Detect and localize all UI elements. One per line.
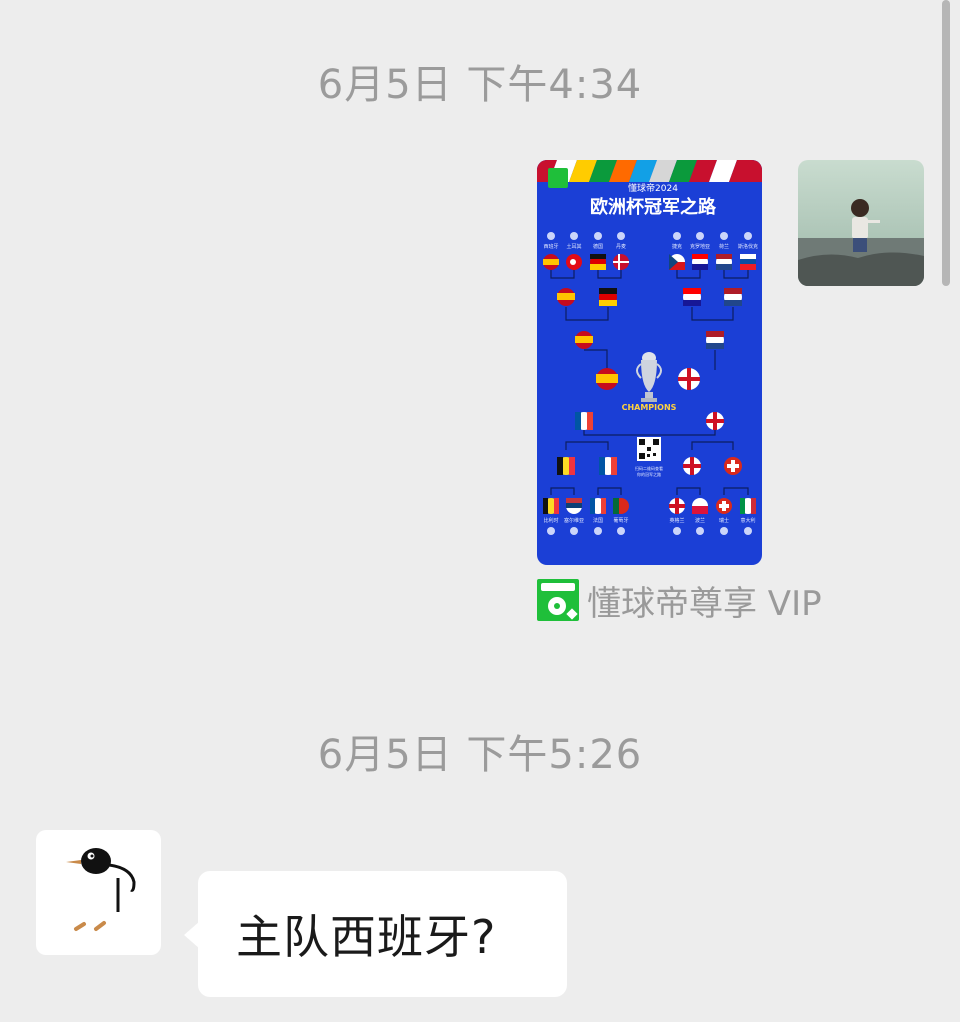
svg-text:你的冠军之路: 你的冠军之路 bbox=[637, 471, 661, 477]
timestamp-1: 6月5日 下午4:34 bbox=[317, 62, 643, 108]
svg-text:波兰: 波兰 bbox=[695, 517, 705, 524]
svg-text:瑞士: 瑞士 bbox=[719, 517, 729, 524]
shared-image-message[interactable]: 懂球帝2024 欧洲杯冠军之路 西班牙 土耳其 德国 丹麦 捷克 克罗地亚 荷兰… bbox=[537, 160, 762, 565]
avatar-photo-icon[interactable] bbox=[798, 160, 924, 286]
timestamp-2: 6月5日 下午5:26 bbox=[317, 732, 643, 778]
svg-text:葡萄牙: 葡萄牙 bbox=[613, 517, 628, 524]
dongqiudi-logo-icon bbox=[537, 579, 579, 621]
card-title: 欧洲杯冠军之路 bbox=[590, 196, 717, 218]
svg-text:比利时: 比利时 bbox=[543, 517, 558, 524]
mini-program-source[interactable]: 懂球帝尊享 VIP bbox=[537, 579, 822, 624]
svg-text:捷克: 捷克 bbox=[672, 243, 682, 250]
svg-text:斯洛伐克: 斯洛伐克 bbox=[738, 243, 758, 250]
svg-text:丹麦: 丹麦 bbox=[616, 243, 626, 250]
champions-label: CHAMPIONS bbox=[622, 403, 677, 412]
card-brand-line: 懂球帝2024 bbox=[628, 182, 678, 194]
svg-text:荷兰: 荷兰 bbox=[719, 243, 729, 250]
trophy-icon bbox=[636, 352, 662, 402]
svg-text:塞尔维亚: 塞尔维亚 bbox=[564, 517, 584, 524]
incoming-message-bubble[interactable]: 主队西班牙? bbox=[184, 871, 567, 997]
source-label: 懂球帝尊享 VIP bbox=[587, 583, 822, 624]
svg-text:克罗地亚: 克罗地亚 bbox=[690, 243, 710, 250]
flag-stripes bbox=[537, 160, 762, 182]
svg-text:英格兰: 英格兰 bbox=[669, 517, 684, 524]
svg-text:扫码二维码查看: 扫码二维码查看 bbox=[635, 465, 663, 471]
qr-code-icon bbox=[637, 437, 661, 461]
svg-text:意大利: 意大利 bbox=[740, 517, 755, 524]
euro-bracket-card[interactable]: 懂球帝2024 欧洲杯冠军之路 西班牙 土耳其 德国 丹麦 捷克 克罗地亚 荷兰… bbox=[537, 160, 762, 565]
svg-text:西班牙: 西班牙 bbox=[543, 243, 558, 250]
svg-text:法国: 法国 bbox=[593, 517, 603, 524]
penguin-avatar-icon[interactable] bbox=[36, 830, 161, 955]
bracket-graphic: 懂球帝2024 欧洲杯冠军之路 西班牙 土耳其 德国 丹麦 捷克 克罗地亚 荷兰… bbox=[537, 160, 762, 535]
dongqiudi-logo-icon bbox=[548, 168, 568, 188]
incoming-message-text: 主队西班牙? bbox=[236, 910, 497, 964]
svg-text:德国: 德国 bbox=[593, 243, 603, 250]
scrollbar[interactable] bbox=[942, 0, 950, 286]
svg-text:土耳其: 土耳其 bbox=[566, 243, 581, 250]
